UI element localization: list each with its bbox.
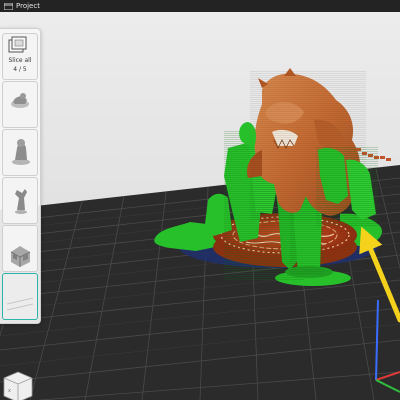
model-preview-icon [6, 297, 34, 311]
title-bar: Project [0, 0, 400, 12]
model-preview-icon [12, 139, 30, 165]
model-thumbnail-3[interactable] [2, 177, 38, 224]
view-cube-icon[interactable]: x [0, 368, 34, 400]
model-thumbnail-5[interactable] [2, 273, 38, 320]
window-title: Project [16, 2, 40, 10]
model-preview-icon [10, 246, 31, 267]
slice-all-button[interactable]: Slice all 4 / 5 [2, 33, 38, 80]
slice-all-label: Slice all [8, 57, 32, 64]
svg-text:x: x [8, 388, 11, 394]
model-preview-icon [11, 93, 29, 108]
model-thumbnail-4[interactable] [2, 225, 38, 272]
model-thumbnail-2[interactable] [2, 129, 38, 176]
model-sidebar: Slice all 4 / 5 [0, 28, 41, 324]
hamburger-menu-icon[interactable] [4, 2, 13, 10]
3d-viewport[interactable] [0, 12, 400, 400]
model-preview-icon [15, 189, 27, 214]
slice-counter: 4 / 5 [13, 66, 27, 73]
model-thumbnail-1[interactable] [2, 81, 38, 128]
scene [0, 12, 400, 400]
stack-icon [8, 36, 27, 53]
